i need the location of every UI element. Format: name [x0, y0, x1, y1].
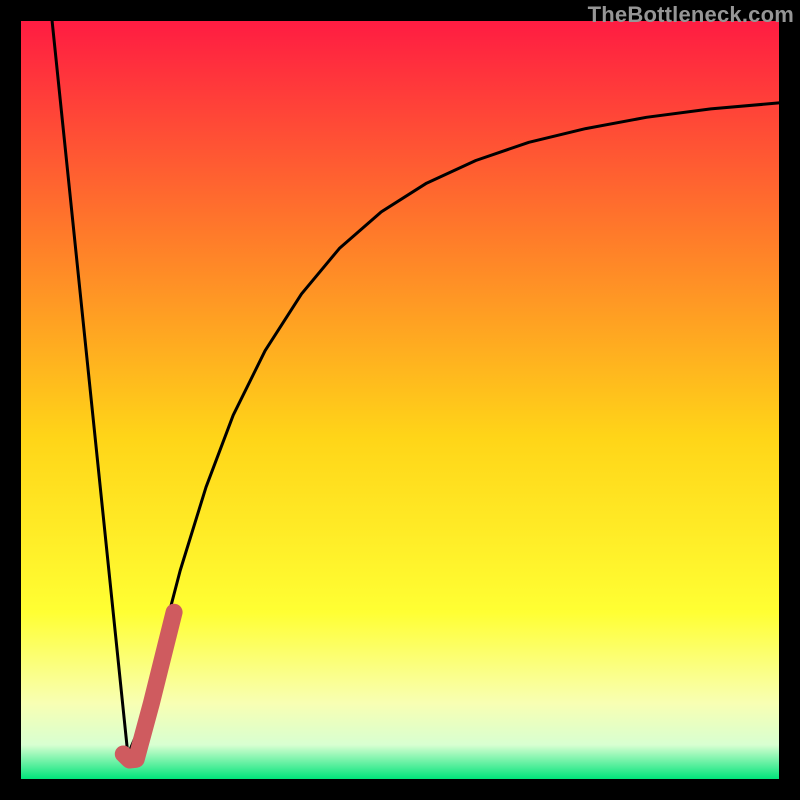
- chart-frame: TheBottleneck.com: [0, 0, 800, 800]
- chart-svg: [21, 21, 779, 779]
- plot-area: [21, 21, 779, 779]
- watermark-text: TheBottleneck.com: [588, 2, 794, 28]
- gradient-background: [21, 21, 779, 779]
